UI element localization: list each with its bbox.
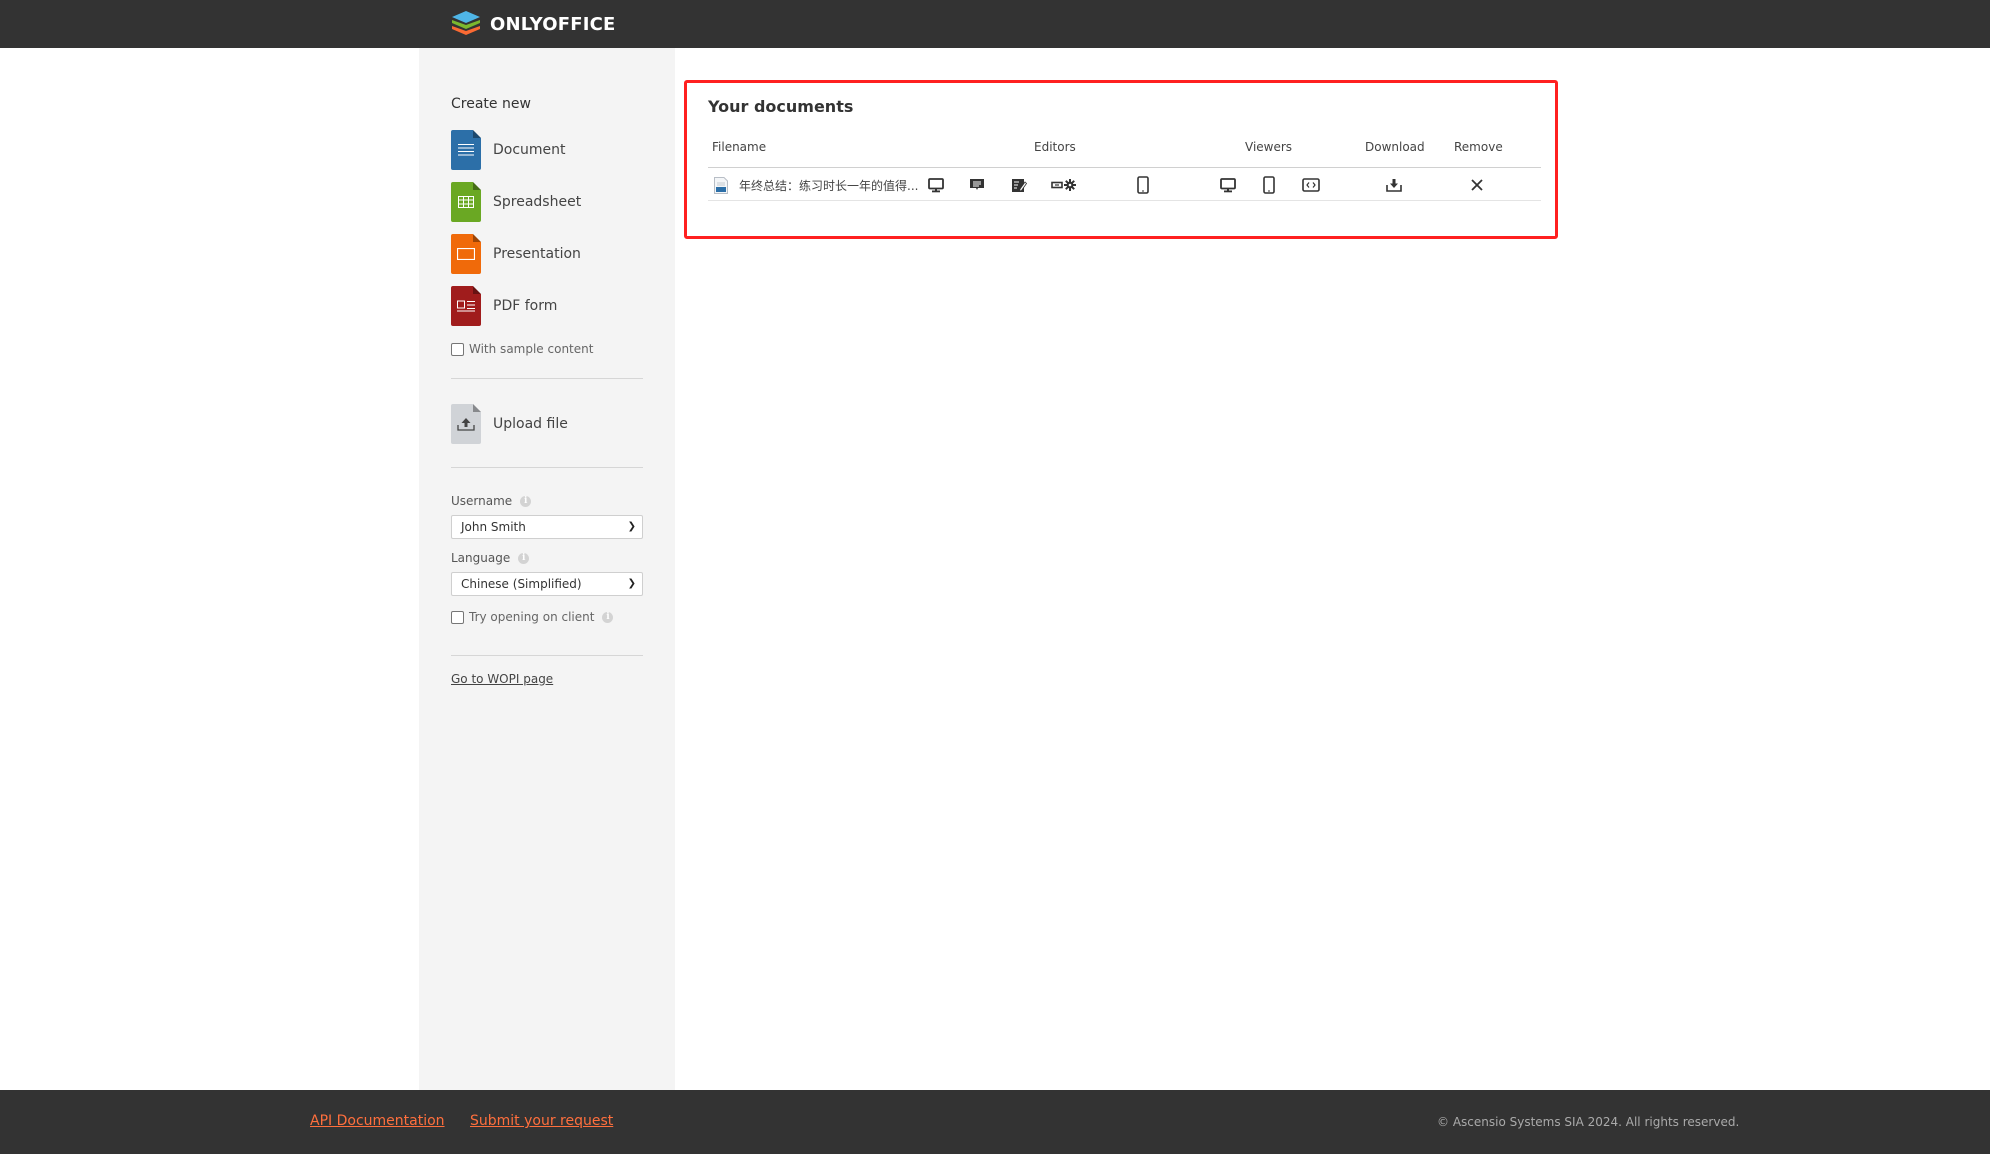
try-client-option[interactable]: Try opening on client i: [451, 610, 614, 624]
desktop-view-icon[interactable]: [1218, 175, 1238, 195]
column-editors: Editors: [1034, 140, 1076, 154]
divider: [451, 655, 643, 656]
footer: API Documentation Submit your request © …: [0, 1090, 1990, 1154]
api-documentation-link[interactable]: API Documentation: [310, 1113, 445, 1129]
mobile-view-icon[interactable]: [1259, 175, 1279, 195]
documents-panel: Your documents Filename Editors Viewers …: [684, 80, 1558, 239]
onlyoffice-logo[interactable]: ONLYOFFICE: [450, 9, 616, 39]
divider: [451, 467, 643, 468]
try-client-label: Try opening on client: [469, 610, 595, 624]
remove-icon[interactable]: [1467, 175, 1487, 195]
username-value: John Smith: [461, 520, 526, 534]
chevron-down-icon: ❯: [627, 521, 636, 532]
copyright-text: © Ascensio Systems SIA 2024. All rights …: [1437, 1115, 1740, 1129]
header-divider: [708, 167, 1541, 168]
sample-content-label: With sample content: [469, 342, 594, 356]
pdf-form-icon: [451, 286, 481, 326]
fill-form-settings-icon[interactable]: [1051, 175, 1077, 195]
document-icon: [451, 130, 481, 170]
row-divider: [708, 200, 1541, 201]
create-presentation-label: Presentation: [493, 246, 581, 262]
column-remove: Remove: [1454, 140, 1503, 154]
submit-request-link[interactable]: Submit your request: [470, 1113, 613, 1129]
create-presentation-button[interactable]: Presentation: [451, 234, 581, 274]
language-value: Chinese (Simplified): [461, 577, 582, 591]
create-pdf-form-label: PDF form: [493, 298, 558, 314]
spreadsheet-icon: [451, 182, 481, 222]
column-viewers: Viewers: [1245, 140, 1293, 154]
username-label: Username i: [451, 494, 532, 508]
info-icon[interactable]: i: [520, 495, 532, 507]
column-download: Download: [1365, 140, 1425, 154]
logo-layers-icon: [452, 11, 480, 35]
divider: [451, 378, 643, 379]
sample-content-option[interactable]: With sample content: [451, 342, 593, 356]
sidebar: Create new Document Spreadsheet Presenta…: [419, 48, 675, 1090]
top-bar: ONLYOFFICE: [0, 0, 1990, 48]
chevron-down-icon: ❯: [627, 578, 636, 589]
desktop-edit-icon[interactable]: [926, 175, 946, 195]
documents-title: Your documents: [708, 97, 854, 116]
presentation-icon: [451, 234, 481, 274]
file-name-link[interactable]: 年终总结：练习时长一年的值得...: [739, 177, 918, 194]
language-select[interactable]: Chinese (Simplified) ❯: [451, 572, 643, 596]
username-label-text: Username: [451, 494, 513, 508]
download-icon[interactable]: [1384, 175, 1404, 195]
username-select[interactable]: John Smith ❯: [451, 515, 643, 539]
create-new-title: Create new: [451, 96, 531, 112]
mobile-edit-icon[interactable]: [1133, 175, 1153, 195]
create-pdf-form-button[interactable]: PDF form: [451, 286, 557, 326]
upload-file-label: Upload file: [493, 416, 568, 432]
upload-file-button[interactable]: Upload file: [451, 404, 568, 444]
create-document-label: Document: [493, 142, 566, 158]
language-label-text: Language: [451, 551, 511, 565]
comment-icon[interactable]: [967, 175, 987, 195]
file-type-icon: [711, 175, 731, 195]
review-icon[interactable]: [1009, 175, 1029, 195]
column-filename: Filename: [712, 140, 767, 154]
language-label: Language i: [451, 551, 530, 565]
create-spreadsheet-button[interactable]: Spreadsheet: [451, 182, 581, 222]
create-spreadsheet-label: Spreadsheet: [493, 194, 582, 210]
sample-content-checkbox[interactable]: [451, 342, 464, 356]
create-document-button[interactable]: Document: [451, 130, 566, 170]
try-client-checkbox[interactable]: [451, 610, 464, 624]
upload-icon: [451, 404, 481, 444]
brand-name: ONLYOFFICE: [490, 13, 616, 35]
wopi-page-link[interactable]: Go to WOPI page: [451, 672, 553, 686]
info-icon[interactable]: i: [518, 552, 530, 564]
info-icon[interactable]: i: [602, 611, 614, 623]
embedded-view-icon[interactable]: [1301, 175, 1321, 195]
